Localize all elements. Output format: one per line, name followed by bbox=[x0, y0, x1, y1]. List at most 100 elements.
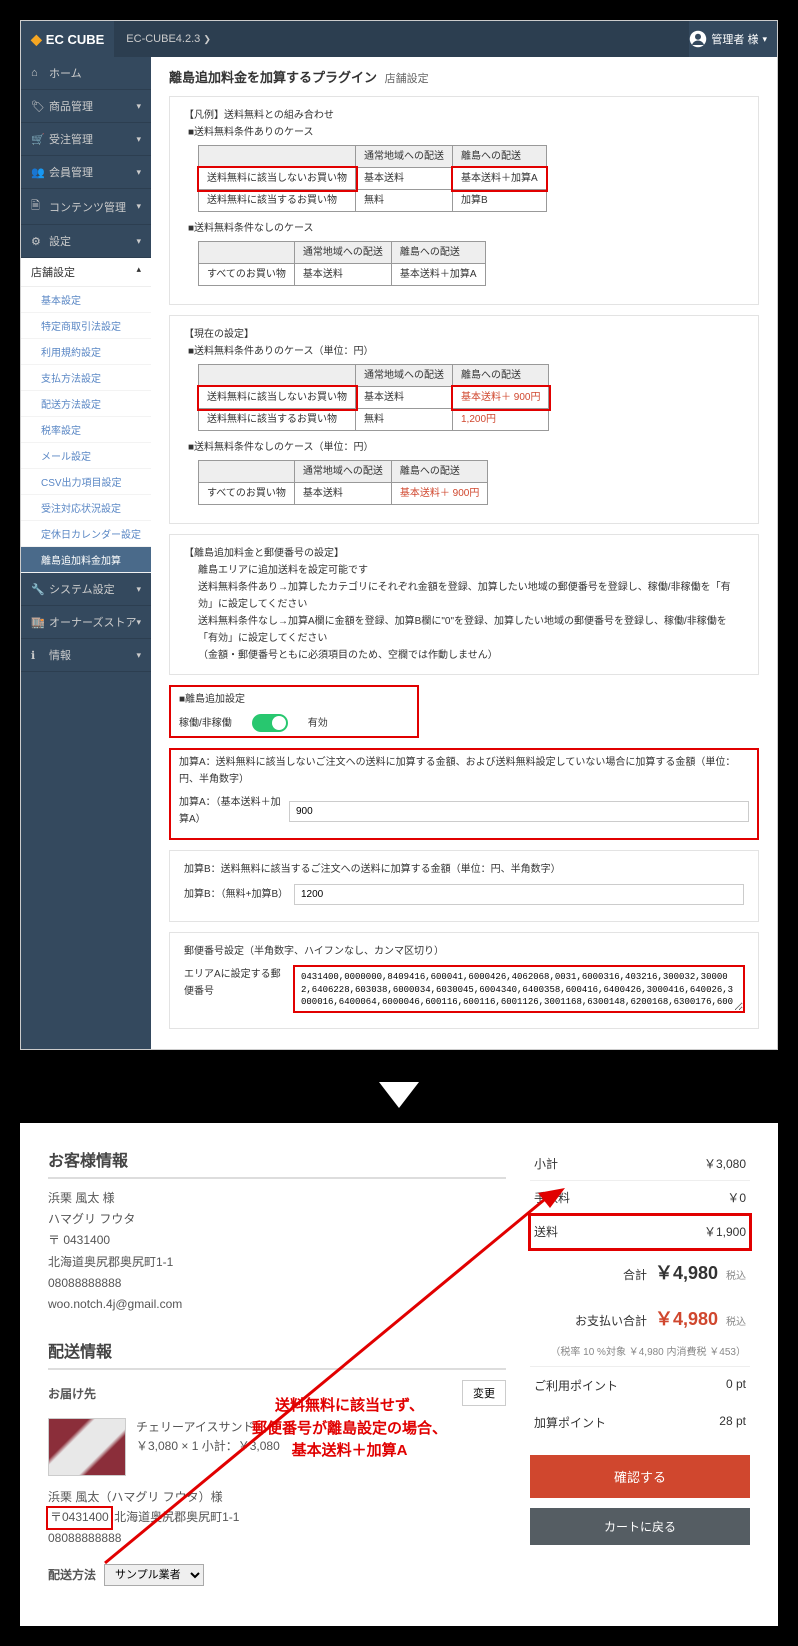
subtotal-label: 小計 bbox=[534, 1155, 558, 1172]
customer-info-heading: お客様情報 bbox=[48, 1147, 506, 1179]
desc-heading: 【離島追加料金と郵便番号の設定】 bbox=[184, 545, 744, 562]
admin-main: 離島追加料金を加算するプラグイン 店舗設定 【凡例】送料無料との組み合わせ ■送… bbox=[151, 57, 777, 1049]
sidebar-sub-sct[interactable]: 特定商取引法設定 bbox=[21, 313, 151, 339]
sidebar-system[interactable]: 🔧システム設定▾ bbox=[21, 573, 151, 606]
desc-line: 送料無料条件あり→加算したカテゴリにそれぞれ金額を登録、加算したい地域の郵便番号… bbox=[198, 579, 744, 613]
sidebar-home[interactable]: ⌂ホーム bbox=[21, 57, 151, 90]
add-point-value: 28 pt bbox=[719, 1414, 746, 1431]
admin-top-bar: ◆ EC CUBE EC-CUBE4.2.3 ❯ 管理者 様 ▾ bbox=[21, 21, 777, 57]
current-case2-label: ■送料無料条件なしのケース（単位：円） bbox=[184, 439, 744, 456]
add-b-input[interactable] bbox=[294, 884, 744, 905]
chevron-down-icon: ▾ bbox=[136, 584, 141, 595]
checkout-panel: お客様情報 浜栗 風太 様 ハマグリ フウタ 〒 0431400 北海道奥尻郡奥… bbox=[20, 1123, 778, 1626]
sidebar-setting-sub: 店舗設定▴ 基本設定 特定商取引法設定 利用規約設定 支払方法設定 配送方法設定… bbox=[21, 258, 151, 573]
annotation-arrow bbox=[90, 1183, 570, 1573]
sidebar-product[interactable]: 🏷商品管理▾ bbox=[21, 90, 151, 123]
triangle-down-icon bbox=[379, 1082, 419, 1108]
add-b-section: 加算B：送料無料に該当するご注文への送料に加算する金額（単位：円、半角数字） 加… bbox=[169, 850, 759, 922]
ship-method-label: 配送方法 bbox=[48, 1566, 96, 1583]
zip-section: 郵便番号設定（半角数字、ハイフンなし、カンマ区切り） エリアAに設定する郵便番号 bbox=[169, 932, 759, 1029]
sidebar: ⌂ホーム 🏷商品管理▾ 🛒受注管理▾ 👥会員管理▾ 🗎コンテンツ管理▾ ⚙設定▾… bbox=[21, 57, 151, 1049]
user-menu[interactable]: 管理者 様 ▾ bbox=[689, 30, 767, 48]
pay-total-label: お支払い合計 bbox=[575, 1312, 647, 1329]
user-icon bbox=[689, 30, 707, 48]
sidebar-order[interactable]: 🛒受注管理▾ bbox=[21, 123, 151, 156]
toggle-state: 有効 bbox=[308, 715, 328, 732]
info-icon: ℹ bbox=[31, 649, 43, 662]
wrench-icon: 🔧 bbox=[31, 583, 43, 596]
sidebar-sub-basic[interactable]: 基本設定 bbox=[21, 287, 151, 313]
chevron-down-icon: ▾ bbox=[136, 101, 141, 112]
fee-value: ￥0 bbox=[727, 1189, 746, 1206]
sidebar-sub-csv[interactable]: CSV出力項目設定 bbox=[21, 469, 151, 495]
chevron-up-icon: ▴ bbox=[136, 264, 141, 280]
home-icon: ⌂ bbox=[31, 67, 43, 79]
version-label[interactable]: EC-CUBE4.2.3 ❯ bbox=[114, 21, 689, 57]
current-heading: 【現在の設定】 bbox=[184, 326, 744, 343]
sidebar-sub-head[interactable]: 店舗設定▴ bbox=[21, 258, 151, 287]
description-section: 【離島追加料金と郵便番号の設定】 離島エリアに追加送料を設定可能です 送料無料条… bbox=[169, 534, 759, 675]
delivery-to-label: お届け先 bbox=[48, 1385, 96, 1402]
total-value: ￥4,980 bbox=[655, 1259, 718, 1285]
island-toggle-label: ■離島追加設定 bbox=[179, 691, 409, 708]
cart-icon: 🛒 bbox=[31, 133, 43, 146]
tax-suffix: 税込 bbox=[726, 1267, 746, 1282]
gear-icon: ⚙ bbox=[31, 235, 43, 248]
file-icon: 🗎 bbox=[31, 197, 43, 216]
page-title: 離島追加料金を加算するプラグイン 店舗設定 bbox=[169, 67, 759, 86]
add-a-input[interactable] bbox=[289, 801, 749, 822]
example-table1: 通常地域への配送離島への配送 送料無料に該当しないお買い物基本送料基本送料＋加算… bbox=[198, 145, 547, 212]
sidebar-sub-calendar[interactable]: 定休日カレンダー設定 bbox=[21, 521, 151, 547]
sidebar-member[interactable]: 👥会員管理▾ bbox=[21, 156, 151, 189]
sidebar-setting[interactable]: ⚙設定▾ bbox=[21, 225, 151, 258]
example-table2: 通常地域への配送離島への配送 すべてのお買い物基本送料基本送料＋加算A bbox=[198, 241, 486, 286]
enable-toggle[interactable] bbox=[252, 714, 288, 732]
current-table1: 通常地域への配送離島への配送 送料無料に該当しないお買い物基本送料基本送料＋ 9… bbox=[198, 364, 549, 431]
use-point-value: 0 pt bbox=[726, 1377, 746, 1394]
sidebar-sub-delivery[interactable]: 配送方法設定 bbox=[21, 391, 151, 417]
pay-total-value: ￥4,980 bbox=[655, 1305, 718, 1331]
chevron-down-icon: ▾ bbox=[136, 650, 141, 661]
store-icon: 🏬 bbox=[31, 616, 43, 629]
example-case2-label: ■送料無料条件なしのケース bbox=[184, 220, 744, 237]
total-label: 合計 bbox=[623, 1266, 647, 1283]
desc-line: 送料無料条件なし→加算A欄に金額を登録、加算B欄に"0"を登録、加算したい地域の… bbox=[198, 613, 744, 647]
sidebar-sub-payment[interactable]: 支払方法設定 bbox=[21, 365, 151, 391]
sidebar-info[interactable]: ℹ情報▾ bbox=[21, 639, 151, 672]
add-a-section: 加算A：送料無料に該当しないご注文への送料に加算する金額、および送料無料設定して… bbox=[169, 748, 759, 840]
sidebar-sub-terms[interactable]: 利用規約設定 bbox=[21, 339, 151, 365]
sidebar-owners[interactable]: 🏬オーナーズストア▾ bbox=[21, 606, 151, 639]
sidebar-sub-orderstatus[interactable]: 受注対応状況設定 bbox=[21, 495, 151, 521]
desc-line: 離島エリアに追加送料を設定可能です bbox=[198, 562, 744, 579]
zip-input[interactable] bbox=[294, 966, 744, 1012]
add-a-label: 加算A：（基本送料＋加算A） bbox=[179, 794, 289, 828]
shipping-fee-value: ￥1,900 bbox=[704, 1223, 746, 1240]
current-section: 【現在の設定】 ■送料無料条件ありのケース（単位：円） 通常地域への配送離島への… bbox=[169, 315, 759, 524]
current-table2: 通常地域への配送離島への配送 すべてのお買い物基本送料基本送料＋ 900円 bbox=[198, 460, 488, 505]
brand-logo: ◆ EC CUBE bbox=[31, 31, 104, 48]
zip-label: エリアAに設定する郵便番号 bbox=[184, 966, 294, 1000]
sidebar-content[interactable]: 🗎コンテンツ管理▾ bbox=[21, 189, 151, 225]
add-b-desc: 加算B：送料無料に該当するご注文への送料に加算する金額（単位：円、半角数字） bbox=[184, 861, 744, 878]
tag-icon: 🏷 bbox=[31, 100, 43, 113]
example-case1-label: ■送料無料条件ありのケース bbox=[184, 124, 744, 141]
chevron-down-icon: ▾ bbox=[136, 201, 141, 212]
cube-icon: ◆ bbox=[31, 31, 42, 48]
add-b-label: 加算B：（無料+加算B） bbox=[184, 886, 294, 903]
chevron-down-icon: ▾ bbox=[136, 167, 141, 178]
example-section: 【凡例】送料無料との組み合わせ ■送料無料条件ありのケース 通常地域への配送離島… bbox=[169, 96, 759, 305]
subtotal-value: ￥3,080 bbox=[704, 1155, 746, 1172]
down-arrow bbox=[0, 1070, 798, 1123]
toggle-label: 稼働/非稼働 bbox=[179, 715, 232, 732]
chevron-down-icon: ▾ bbox=[136, 236, 141, 247]
sidebar-sub-tax[interactable]: 税率設定 bbox=[21, 417, 151, 443]
sidebar-sub-mail[interactable]: メール設定 bbox=[21, 443, 151, 469]
chevron-down-icon: ▾ bbox=[136, 617, 141, 628]
tax-suffix: 税込 bbox=[726, 1313, 746, 1328]
island-toggle-section: ■離島追加設定 稼働/非稼働 有効 bbox=[169, 685, 419, 738]
example-heading: 【凡例】送料無料との組み合わせ bbox=[184, 107, 744, 124]
sidebar-sub-island-fee[interactable]: 離島追加料金加算 bbox=[21, 547, 151, 573]
chevron-down-icon: ▾ bbox=[136, 134, 141, 145]
zip-desc: 郵便番号設定（半角数字、ハイフンなし、カンマ区切り） bbox=[184, 943, 744, 960]
users-icon: 👥 bbox=[31, 166, 43, 179]
